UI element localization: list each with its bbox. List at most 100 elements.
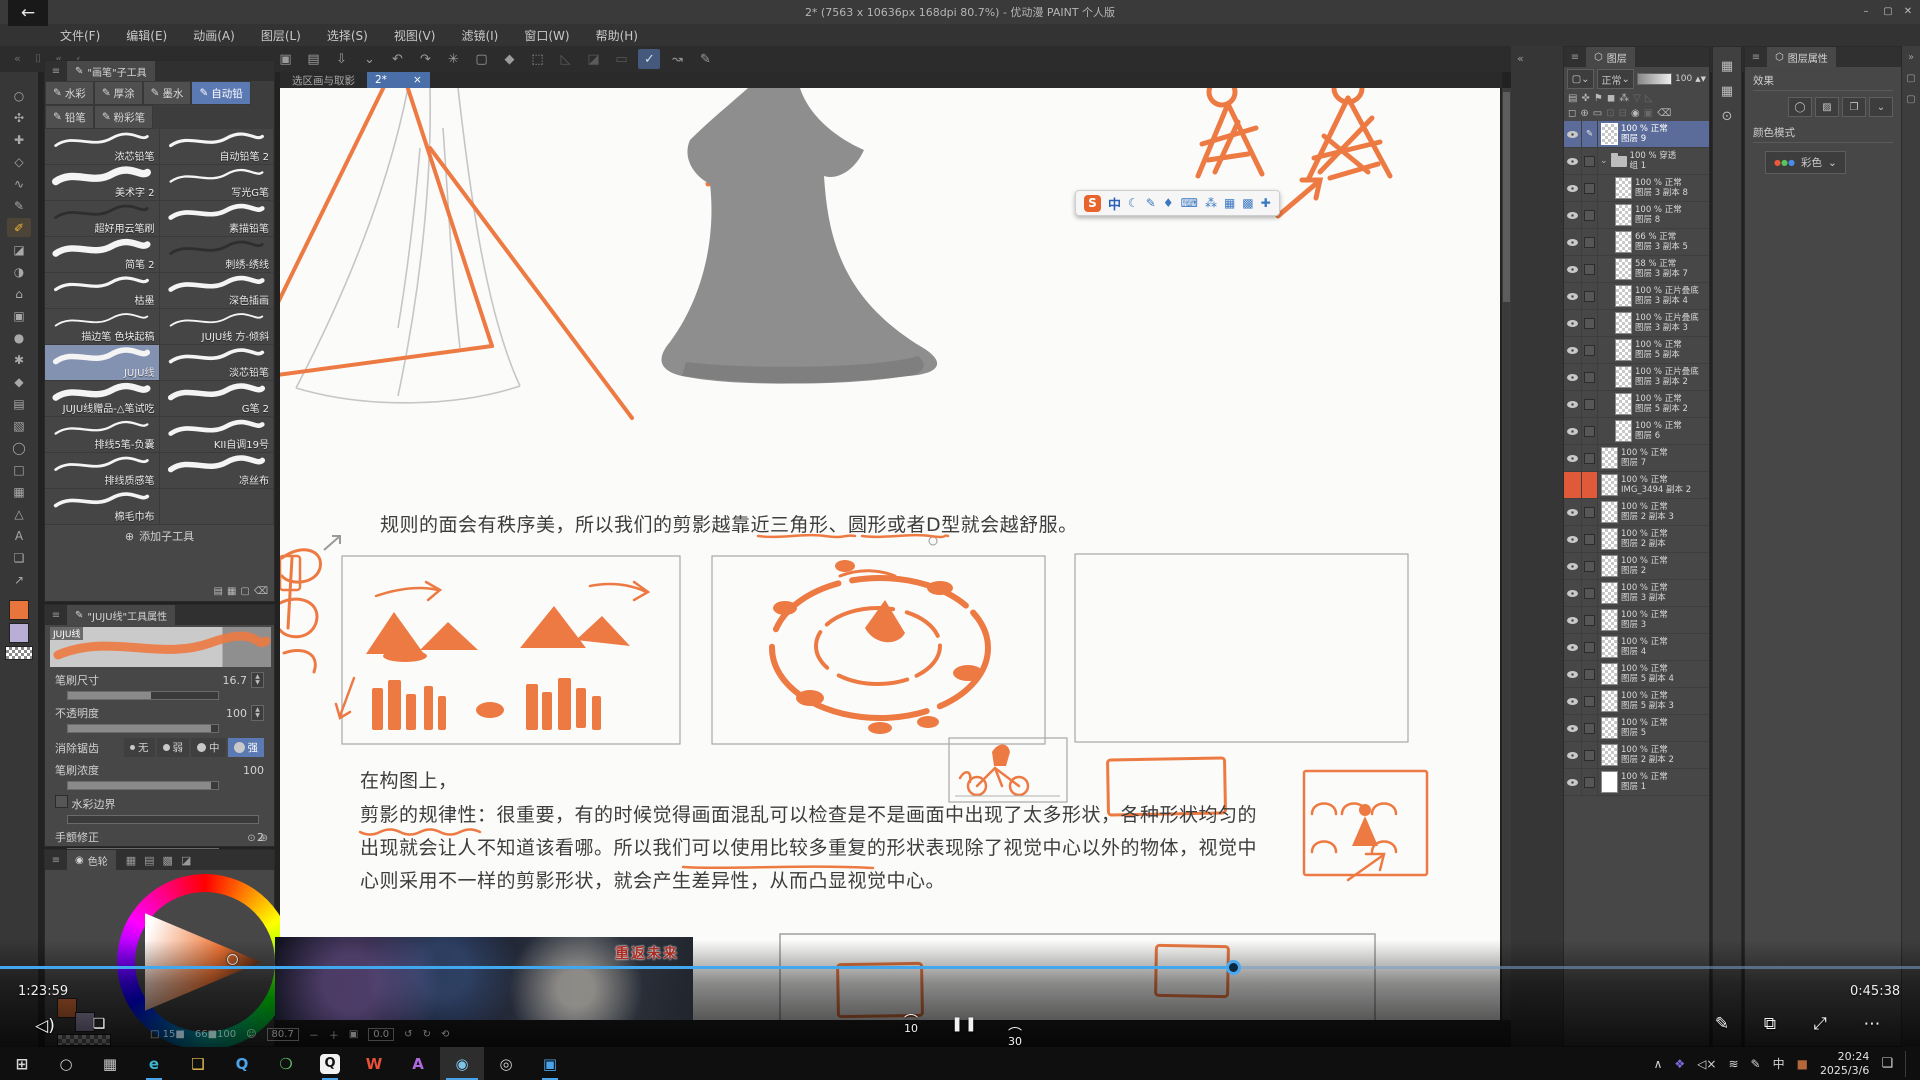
layer-visibility-toggle[interactable] [1564,229,1582,255]
antialias-option-强[interactable]: 强 [228,738,265,757]
draw-target-icon[interactable]: ✎ [1582,121,1598,147]
menu-item-窗口(W)[interactable]: 窗口(W) [524,27,569,44]
show-desktop-button[interactable] [1905,1051,1910,1077]
new-layer2-icon[interactable]: ⊕ [1580,108,1588,119]
security-shield-icon[interactable]: ❖ [1674,1057,1685,1071]
layer-row[interactable]: 100 % 正常图层 6 [1564,418,1709,445]
open-file-icon[interactable]: ▤ [302,49,324,69]
panel-menu-icon[interactable]: ≡ [45,855,67,866]
menu-item-文件(F)[interactable]: 文件(F) [60,27,100,44]
a-app-icon[interactable]: A [396,1047,440,1080]
dock-tab-icon[interactable]: ▢ [1906,73,1915,84]
layer-visibility-toggle[interactable] [1564,661,1582,687]
ime-lang-toggle[interactable]: 中 [1108,194,1121,213]
menu-item-编辑(E)[interactable]: 编辑(E) [126,27,167,44]
mixer-icon[interactable]: ◪ [181,854,191,867]
layer-visibility-toggle[interactable] [1564,526,1582,552]
messenger-icon[interactable]: ▣ [528,1047,572,1080]
document-tab-inactive[interactable]: 选区画与取影 [280,73,367,88]
layer-checkbox[interactable] [1582,688,1598,714]
layers-tab[interactable]: ⬡图层 [1586,47,1635,67]
layer-row[interactable]: 100 % 正常图层 3 副本 [1564,580,1709,607]
layer-visibility-toggle[interactable] [1564,337,1582,363]
layer-row[interactable]: 100 % 正片叠底图层 3 副本 4 [1564,283,1709,310]
canvas-vscrollbar-thumb[interactable] [1503,92,1510,302]
toolstrip-foreground-swatch[interactable] [9,600,29,620]
antialias-option-中[interactable]: 中 [191,738,226,757]
layer-row[interactable]: 100 % 正常图层 2 副本 [1564,526,1709,553]
layer-row[interactable]: 100 % 正常IMG_3494 副本 2 [1564,472,1709,499]
ime-grid-icon[interactable]: ▩ [1242,196,1253,210]
standard-color-icon[interactable]: ▦ [126,854,136,867]
brush-item[interactable]: 浓芯铅笔 [45,129,160,165]
delete-subtool-icon[interactable]: ⌫ [254,586,268,597]
brush-item[interactable]: 棉毛巾布 [45,489,160,525]
brush-item[interactable]: 美术字 2 [45,165,160,201]
camera-icon[interactable]: ▣ [1644,108,1653,119]
layer-row[interactable]: 58 % 正常图层 3 副本 7 [1564,256,1709,283]
layer-color-effect-icon[interactable]: ❐ [1842,97,1866,117]
layer-checkbox[interactable] [1582,283,1598,309]
panel-menu-icon[interactable]: ≡ [45,610,67,621]
new-layer-icon[interactable]: ◻ [1568,108,1576,119]
figure-tool-icon[interactable]: ⌂ [7,284,31,303]
layer-checkbox[interactable] [1582,418,1598,444]
brush-item[interactable]: JUJU线赠品-△笔试吃 [45,381,160,417]
export-dropdown-icon[interactable]: ⌄ [358,49,380,69]
brush-item[interactable] [160,489,275,525]
video-frame[interactable]: 重返未来 [275,937,693,1020]
ruler-layer-icon[interactable]: ◺ [1645,93,1653,104]
dock-collapse-left-icon[interactable]: « [1517,52,1524,65]
layer-row[interactable]: ⌄100 % 穿透组 1 [1564,148,1709,175]
layer-checkbox[interactable] [1582,256,1598,282]
text-tool-icon[interactable]: A [7,526,31,545]
brush-item[interactable]: 凉丝布 [160,453,275,489]
pen-tool-icon[interactable]: ✎ [7,196,31,215]
layer-visibility-toggle[interactable] [1564,769,1582,795]
layer-visibility-toggle[interactable] [1564,472,1582,498]
close-button[interactable]: ✕ [1900,3,1916,19]
props-settings-icon[interactable]: ⊛ [260,833,268,844]
minimize-button[interactable]: – [1858,3,1874,19]
volume-muted-icon[interactable]: ◁× [1697,1057,1716,1071]
tone-effect-icon[interactable]: ▨ [1815,97,1839,117]
rect-tool-icon[interactable]: □ [7,460,31,479]
brush-item[interactable]: JUJU线 方-倾斜 [160,309,275,345]
layer-checkbox[interactable] [1582,499,1598,525]
gradient-color-icon[interactable]: ▤ [144,854,154,867]
transform-tool-icon[interactable]: ◇ [7,152,31,171]
qq-browser-icon[interactable]: Q [220,1047,264,1080]
ime-people-icon[interactable]: ⁂ [1205,196,1217,210]
layer-checkbox[interactable] [1582,634,1598,660]
crop-icon[interactable]: ⬚ [526,49,548,69]
bucket-tool-icon[interactable]: ◆ [7,372,31,391]
ime-toolbar[interactable]: S 中 ☾✎♦⌨⁂▦▩✚ [1075,190,1280,216]
frame-tool-icon[interactable]: ▣ [7,306,31,325]
layer-checkbox[interactable] [1582,526,1598,552]
layer-checkbox[interactable] [1582,229,1598,255]
layer-row[interactable]: 100 % 正常图层 2 副本 3 [1564,499,1709,526]
pen-tray-icon[interactable]: ✎ [1751,1057,1761,1071]
taskbar-clock[interactable]: 20:24 2025/3/6 [1820,1050,1869,1078]
brush-item[interactable]: 排线质感笔 [45,453,160,489]
antialias-option-弱[interactable]: 弱 [157,738,190,757]
layer-checkbox[interactable] [1582,769,1598,795]
export-icon[interactable]: ⇩ [330,49,352,69]
lock-alpha-icon[interactable]: ⁂ [1619,93,1629,104]
new-folder-icon[interactable]: ▭ [1593,108,1602,119]
brush-tab-铅笔[interactable]: ✎铅笔 [45,105,94,129]
tab-close-icon[interactable]: × [413,74,422,86]
zoom-tool-icon[interactable]: ○ [7,86,31,105]
wechat-icon[interactable]: ❍ [264,1047,308,1080]
gradient-tool-icon[interactable]: ▧ [7,416,31,435]
layer-row[interactable]: 66 % 正常图层 3 副本 5 [1564,229,1709,256]
pin-icon[interactable]: ⚑ [1594,93,1603,104]
net-tool-icon[interactable]: ✱ [7,350,31,369]
slider-stepper[interactable]: ▲▼ [251,705,264,721]
layer-checkbox[interactable] [1582,661,1598,687]
menu-item-视图(V)[interactable]: 视图(V) [394,27,436,44]
select-area-icon[interactable]: ▢ [470,49,492,69]
blend-mode-select[interactable]: 正常⌄ [1597,69,1634,89]
antialias-option-无[interactable]: 无 [124,738,155,757]
danmaku-icon[interactable]: ❏ [86,1016,112,1032]
